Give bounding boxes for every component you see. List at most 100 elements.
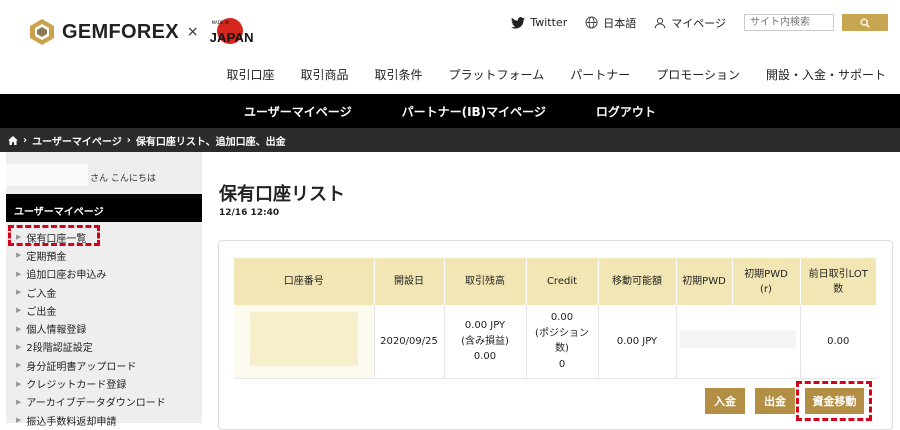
account-table: 口座番号 開設日 取引残高 Credit 移動可能額 初期PWD 初期PWD (… (234, 258, 876, 379)
gemforex-logo-icon (28, 19, 56, 45)
cell-initial-pwd (676, 305, 801, 379)
col-initial-pwd-r: 初期PWD (r) (732, 258, 801, 305)
sidebar-item-label: ご出金 (26, 306, 57, 318)
sidebar-item-deposit[interactable]: ▶ ご入金 (6, 283, 202, 301)
utility-nav: Twitter 日本語 マイページ (511, 14, 888, 31)
col-prev-lot: 前日取引LOT 数 (800, 258, 876, 305)
gemforex-logo[interactable]: GEMFOREX × MADE IN JAPAN (28, 18, 255, 46)
triangle-right-icon: ▶ (16, 397, 22, 406)
sidebar-item-time-deposit[interactable]: ▶ 定期預金 (6, 246, 202, 264)
sidebar-item-id-upload[interactable]: ▶ 身分証明書アップロード (6, 356, 202, 374)
nav-partner[interactable]: パートナー (570, 66, 630, 83)
col-account-number: 口座番号 (234, 258, 375, 305)
col-credit: Credit (526, 258, 599, 305)
triangle-right-icon: ▶ (16, 306, 22, 315)
sidebar-menu: ▶ 保有口座一覧 ▶ 定期預金 ▶ 追加口座お申込み ▶ ご入金 ▶ ご出金 ▶ 個人情報登… (6, 228, 202, 429)
made-in-text: MADE IN (211, 20, 229, 25)
sidebar-item-label: 追加口座お申込み (26, 270, 107, 282)
logo-text: GEMFOREX (62, 20, 179, 43)
sidebar-item-fee-refund[interactable]: ▶ 振込手数料返却申請 (6, 411, 202, 429)
site-search-input[interactable] (744, 14, 834, 31)
sidebar-item-2fa[interactable]: ▶ 2段階認証設定 (6, 338, 202, 356)
redacted-account-number (249, 311, 358, 366)
search-button[interactable] (842, 14, 888, 31)
triangle-right-icon: ▶ (16, 269, 22, 278)
col-open-date: 開設日 (374, 258, 445, 305)
triangle-right-icon: ▶ (16, 288, 22, 297)
highlight-box-account-list (8, 225, 100, 246)
breadcrumb-current: 保有口座リスト、追加口座、出金 (135, 136, 286, 148)
account-nav-bar: ユーザーマイページ パートナー(IB)マイページ ログアウト (0, 94, 900, 128)
nav-platform[interactable]: プラットフォーム (449, 66, 545, 83)
mypage-label: マイページ (671, 16, 726, 30)
cell-credit: 0.00 (ポジション 数) 0 (526, 305, 599, 379)
sidebar-item-label: 個人情報登録 (26, 325, 87, 337)
sidebar-item-label: ご入金 (26, 288, 57, 300)
twitter-icon (511, 16, 526, 29)
breadcrumb-separator: › (126, 134, 131, 146)
user-icon (654, 17, 666, 28)
sidebar-item-label: アーカイブデータダウンロード (26, 398, 166, 410)
col-initial-pwd: 初期PWD (676, 258, 733, 305)
home-icon[interactable] (8, 135, 18, 145)
breadcrumb-separator: › (23, 134, 28, 146)
sidebar-item-label: クレジットカード登録 (26, 380, 127, 392)
main-nav: 取引口座 取引商品 取引条件 プラットフォーム パートナー プロモーション 開設… (201, 66, 887, 83)
twitter-label: Twitter (530, 16, 568, 29)
cell-prev-lot: 0.00 (800, 305, 876, 379)
globe-icon (585, 16, 598, 29)
breadcrumb-user-mypage[interactable]: ユーザーマイページ (32, 133, 122, 148)
redacted-password (680, 329, 796, 348)
table-header-row: 口座番号 開設日 取引残高 Credit 移動可能額 初期PWD 初期PWD (… (234, 258, 876, 305)
cell-open-date: 2020/09/25 (374, 305, 445, 379)
sidebar: さん こんにちは ユーザーマイページ ▶ 保有口座一覧 ▶ 定期預金 ▶ 追加口座お申… (6, 152, 202, 428)
triangle-right-icon: ▶ (16, 379, 22, 388)
breadcrumb: › ユーザーマイページ › 保有口座リスト、追加口座、出金 (0, 128, 900, 152)
col-balance: 取引残高 (444, 258, 527, 305)
page-title: 保有口座リスト (219, 184, 345, 205)
table-row: 2020/09/25 0.00 JPY (含み損益) 0.00 0.00 (ポジ… (234, 305, 876, 379)
timestamp: 12/16 12:40 (219, 208, 280, 218)
sidebar-item-withdraw[interactable]: ▶ ご出金 (6, 301, 202, 319)
col-transferable: 移動可能額 (598, 258, 677, 305)
greeting-text: さん こんにちは (90, 174, 156, 184)
logout-link[interactable]: ログアウト (596, 103, 656, 120)
sidebar-item-credit-card[interactable]: ▶ クレジットカード登録 (6, 374, 202, 392)
partner-mypage-link[interactable]: パートナー(IB)マイページ (402, 103, 546, 120)
withdraw-button[interactable]: 出金 (755, 388, 795, 414)
nav-promotion[interactable]: プロモーション (656, 66, 740, 83)
triangle-right-icon: ▶ (16, 251, 22, 260)
japan-text: JAPAN (209, 30, 254, 45)
site-header: GEMFOREX × MADE IN JAPAN Twitter 日本語 マイペ… (0, 0, 900, 94)
language-selector[interactable]: 日本語 (585, 15, 636, 31)
triangle-right-icon: ▶ (16, 324, 22, 333)
user-mypage-link[interactable]: ユーザーマイページ (244, 103, 352, 120)
nav-trading-accounts[interactable]: 取引口座 (227, 66, 275, 83)
sidebar-item-label: 身分証明書アップロード (26, 361, 137, 373)
cell-transferable: 0.00 JPY (598, 305, 677, 379)
mypage-link[interactable]: マイページ (654, 15, 726, 31)
nav-support[interactable]: 開設・入金・サポート (766, 66, 886, 83)
sidebar-item-archive-download[interactable]: ▶ アーカイブデータダウンロード (6, 393, 202, 411)
sidebar-item-label: 2段階認証設定 (26, 343, 93, 355)
deposit-button[interactable]: 入金 (705, 388, 745, 414)
sidebar-item-personal-info[interactable]: ▶ 個人情報登録 (6, 319, 202, 337)
cell-balance: 0.00 JPY (含み損益) 0.00 (444, 305, 527, 379)
nav-trading-products[interactable]: 取引商品 (301, 66, 349, 83)
sidebar-item-label: 定期預金 (26, 251, 67, 263)
triangle-right-icon: ▶ (16, 342, 22, 351)
twitter-link[interactable]: Twitter (511, 16, 567, 29)
sidebar-item-label: 振込手数料返却申請 (26, 416, 117, 428)
sidebar-item-additional-account[interactable]: ▶ 追加口座お申込み (6, 265, 202, 283)
greeting: さん こんにちは (6, 164, 202, 186)
highlight-box-transfer (796, 381, 872, 421)
made-in-japan-badge: MADE IN JAPAN (207, 18, 255, 46)
sidebar-heading: ユーザーマイページ (6, 194, 202, 222)
nav-trading-conditions[interactable]: 取引条件 (375, 66, 423, 83)
cell-account-number (234, 305, 375, 379)
search-icon (860, 18, 870, 28)
redacted-username (6, 164, 88, 186)
language-label: 日本語 (603, 16, 637, 30)
logo-cross: × (186, 24, 199, 40)
triangle-right-icon: ▶ (16, 361, 22, 370)
